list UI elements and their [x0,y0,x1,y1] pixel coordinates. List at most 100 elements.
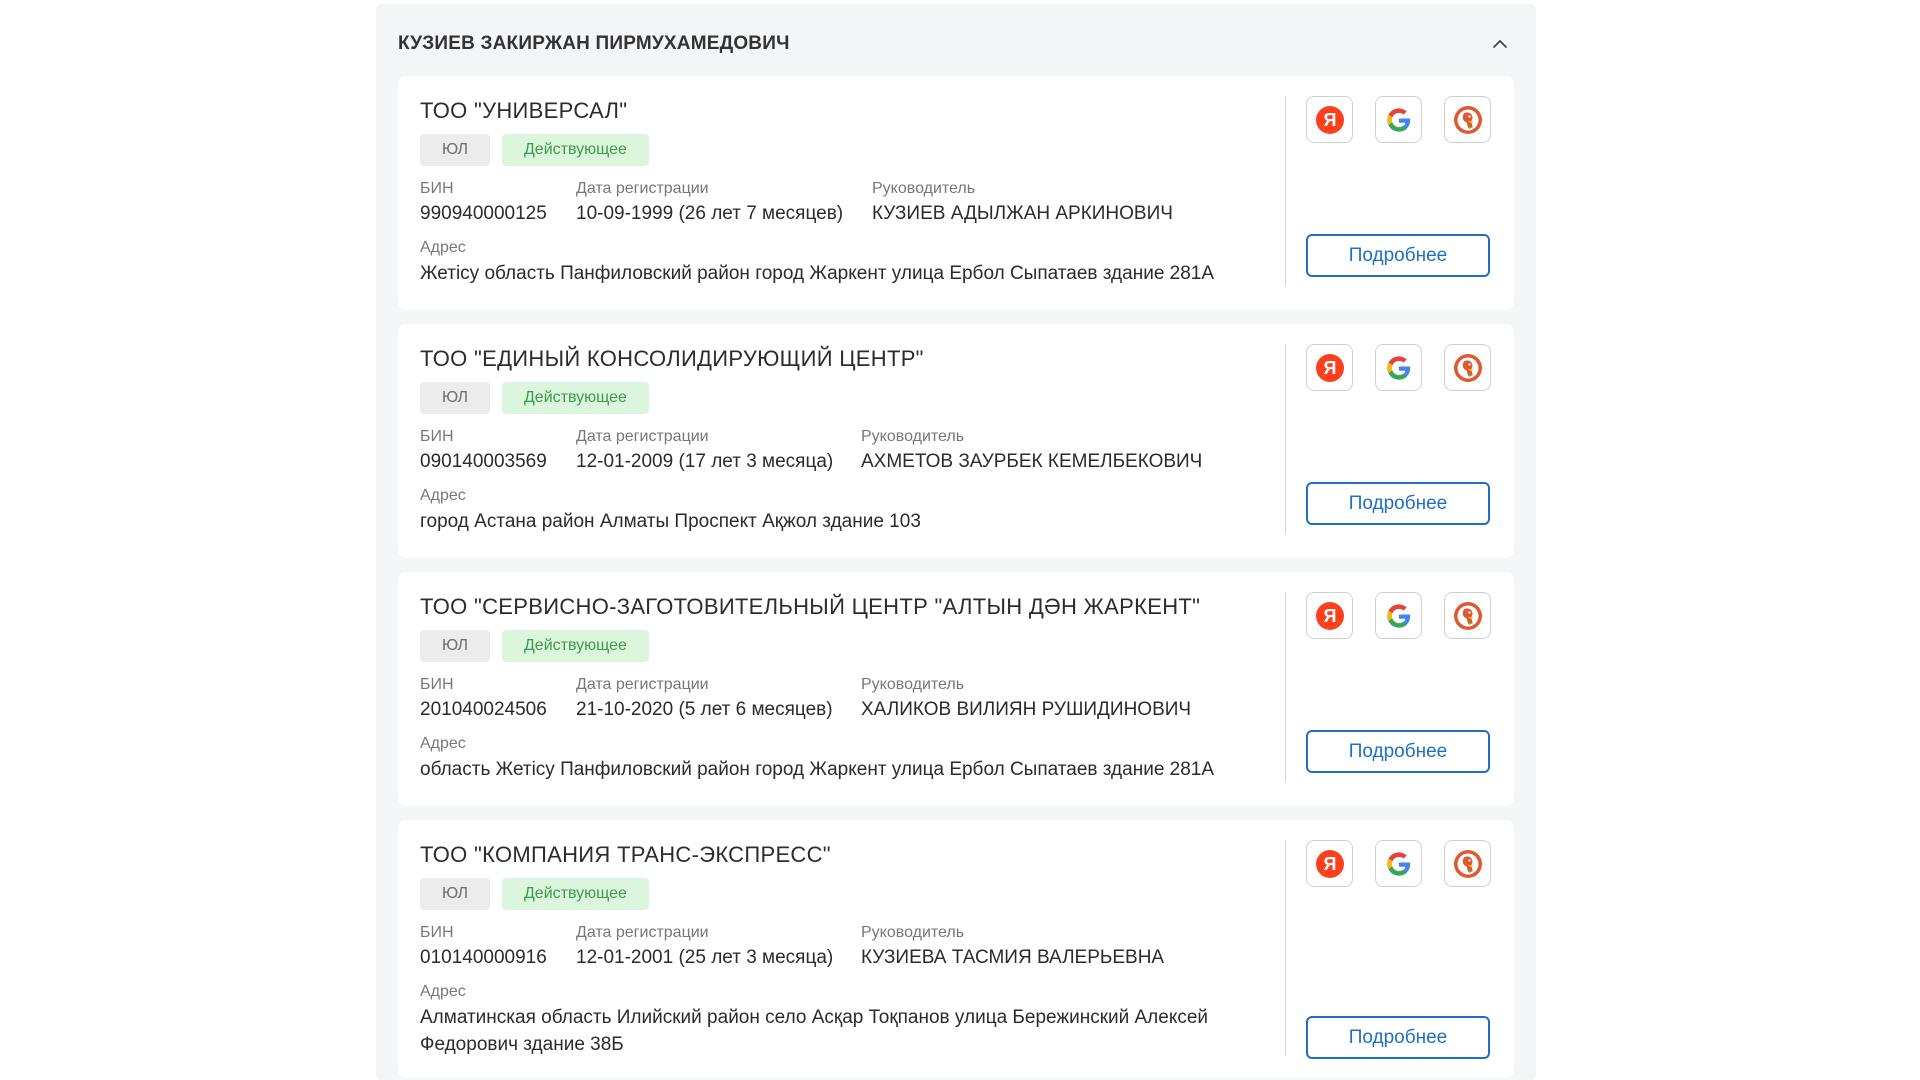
bin-field: БИН 201040024506 [420,675,547,723]
status-badge: Действующее [501,878,649,910]
status-badge: Действующее [501,382,649,414]
entity-type-badge: ЮЛ [420,630,490,662]
director-value: КУЗИЕВ АДЫЛЖАН АРКИНОВИЧ [872,203,1173,224]
address-field: Адрес город Астана район Алматы Проспект… [420,486,1270,535]
reg-date-label: Дата регистрации [576,180,709,197]
google-icon [1386,107,1410,132]
bin-field: БИН 090140003569 [420,427,547,475]
reg-date-field: Дата регистрации 12-01-2009 (17 лет 3 ме… [576,427,833,475]
director-value: КУЗИЕВА ТАСМИЯ ВАЛЕРЬЕВНА [861,947,1165,968]
reg-date-field: Дата регистрации 21-10-2020 (5 лет 6 мес… [576,675,833,723]
address-label: Адрес [420,983,466,1000]
company-title: ТОО "УНИВЕРСАЛ" [420,98,628,123]
company-card: ТОО "УНИВЕРСАЛ" ЮЛ Действующее БИН 99094… [398,76,1514,310]
director-field: Руководитель ХАЛИКОВ ВИЛИЯН РУШИДИНОВИЧ [861,675,1191,723]
svg-text:Я: Я [1323,110,1336,130]
yandex-search-button[interactable]: Я [1306,96,1353,143]
divider [1285,96,1286,286]
director-field: Руководитель КУЗИЕВА ТАСМИЯ ВАЛЕРЬЕВНА [861,923,1164,971]
address-label: Адрес [420,239,466,256]
address-field: Адрес Алматинская область Илийский район… [420,982,1270,1058]
yandex-search-button[interactable]: Я [1306,840,1353,887]
yandex-icon: Я [1315,601,1344,630]
bin-value: 201040024506 [420,699,547,720]
search-links: Я [1306,344,1491,391]
more-details-button[interactable]: Подробнее [1306,482,1490,525]
director-label: Руководитель [861,676,965,693]
address-field: Адрес область Жетісу Панфиловский район … [420,734,1270,783]
google-search-button[interactable] [1375,840,1422,887]
more-details-button[interactable]: Подробнее [1306,730,1490,773]
google-search-button[interactable] [1375,344,1422,391]
reg-date-label: Дата регистрации [576,428,709,445]
reg-date-value: 12-01-2009 (17 лет 3 месяца) [576,451,834,472]
duckduckgo-icon [1453,353,1482,382]
person-name: КУЗИЕВ ЗАКИРЖАН ПИРМУХАМЕДОВИЧ [398,33,790,54]
yandex-icon: Я [1315,849,1344,878]
bin-label: БИН [420,676,454,693]
director-value: ХАЛИКОВ ВИЛИЯН РУШИДИНОВИЧ [861,699,1192,720]
status-badge: Действующее [501,134,649,166]
person-companies-panel: КУЗИЕВ ЗАКИРЖАН ПИРМУХАМЕДОВИЧ ТОО "УНИВ… [376,4,1536,1080]
duckduckgo-icon [1453,601,1482,630]
google-icon [1386,355,1410,380]
duckduckgo-search-button[interactable] [1444,840,1491,887]
divider [1285,840,1286,1056]
google-icon [1386,603,1410,628]
entity-type-badge: ЮЛ [420,134,490,166]
address-value: область Жетісу Панфиловский район город … [420,759,1215,780]
bin-value: 990940000125 [420,203,547,224]
bin-value: 010140000916 [420,947,547,968]
duckduckgo-icon [1453,105,1482,134]
search-links: Я [1306,592,1491,639]
more-details-button[interactable]: Подробнее [1306,1016,1490,1059]
director-label: Руководитель [861,428,965,445]
divider [1285,344,1286,534]
reg-date-value: 12-01-2001 (25 лет 3 месяца) [576,947,834,968]
reg-date-label: Дата регистрации [576,924,709,941]
reg-date-field: Дата регистрации 12-01-2001 (25 лет 3 ме… [576,923,833,971]
address-value: Жетісу область Панфиловский район город … [420,263,1215,284]
google-search-button[interactable] [1375,96,1422,143]
chevron-up-icon [1493,40,1507,48]
company-card: ТОО "СЕРВИСНО-ЗАГОТОВИТЕЛЬНЫЙ ЦЕНТР "АЛТ… [398,572,1514,806]
bin-label: БИН [420,180,454,197]
duckduckgo-search-button[interactable] [1444,96,1491,143]
address-value: город Астана район Алматы Проспект Ақжол… [420,511,921,532]
company-card: ТОО "ЕДИНЫЙ КОНСОЛИДИРУЮЩИЙ ЦЕНТР" ЮЛ Де… [398,324,1514,558]
duckduckgo-search-button[interactable] [1444,592,1491,639]
company-title: ТОО "СЕРВИСНО-ЗАГОТОВИТЕЛЬНЫЙ ЦЕНТР "АЛТ… [420,594,1201,619]
more-details-button[interactable]: Подробнее [1306,234,1490,277]
reg-date-value: 10-09-1999 (26 лет 7 месяцев) [576,203,844,224]
yandex-icon: Я [1315,353,1344,382]
duckduckgo-search-button[interactable] [1444,344,1491,391]
bin-label: БИН [420,924,454,941]
svg-text:Я: Я [1323,606,1336,626]
search-links: Я [1306,96,1491,143]
bin-field: БИН 010140000916 [420,923,547,971]
yandex-search-button[interactable]: Я [1306,344,1353,391]
yandex-icon: Я [1315,105,1344,134]
google-icon [1386,851,1410,876]
bin-field: БИН 990940000125 [420,179,547,227]
director-label: Руководитель [872,180,976,197]
status-badge: Действующее [501,630,649,662]
bin-label: БИН [420,428,454,445]
yandex-search-button[interactable]: Я [1306,592,1353,639]
divider [1285,592,1286,782]
director-value: АХМЕТОВ ЗАУРБЕК КЕМЕЛБЕКОВИЧ [861,451,1203,472]
google-search-button[interactable] [1375,592,1422,639]
svg-text:Я: Я [1323,358,1336,378]
entity-type-badge: ЮЛ [420,878,490,910]
panel-header: КУЗИЕВ ЗАКИРЖАН ПИРМУХАМЕДОВИЧ [398,24,1514,64]
reg-date-field: Дата регистрации 10-09-1999 (26 лет 7 ме… [576,179,843,227]
collapse-button[interactable] [1486,30,1514,58]
reg-date-label: Дата регистрации [576,676,709,693]
address-value: Алматинская область Илийский район село … [420,1007,1209,1055]
reg-date-value: 21-10-2020 (5 лет 6 месяцев) [576,699,833,720]
search-links: Я [1306,840,1491,887]
company-title: ТОО "ЕДИНЫЙ КОНСОЛИДИРУЮЩИЙ ЦЕНТР" [420,346,924,371]
entity-type-badge: ЮЛ [420,382,490,414]
director-label: Руководитель [861,924,965,941]
duckduckgo-icon [1453,849,1482,878]
